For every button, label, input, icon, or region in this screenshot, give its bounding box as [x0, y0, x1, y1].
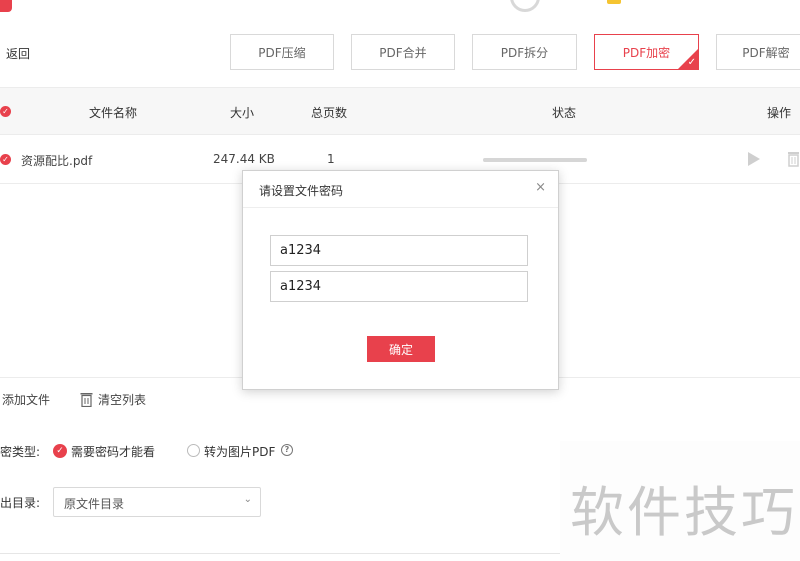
dialog-title: 请设置文件密码: [259, 184, 344, 198]
add-file-button[interactable]: 添加文件: [2, 391, 50, 408]
header-action: 操作: [767, 106, 792, 120]
trash-icon: [80, 393, 93, 407]
pdf-encrypt-button[interactable]: PDF加密 ✓: [594, 34, 699, 70]
password-dialog: 请设置文件密码 × a1234 a1234 确定: [242, 170, 559, 390]
password-input[interactable]: a1234: [270, 235, 528, 266]
output-dir-label: 出目录:: [0, 496, 41, 510]
header-size: 大小: [230, 106, 255, 120]
trash-icon[interactable]: [787, 151, 800, 167]
option-password-label[interactable]: 需要密码才能看: [71, 443, 155, 460]
status-progress-fill: [483, 158, 587, 162]
vip-badge-icon: [607, 0, 621, 4]
pdf-merge-label: PDF合并: [379, 45, 427, 60]
status-progress-bar: [483, 158, 587, 162]
app-logo: [0, 0, 12, 12]
select-all-check-icon[interactable]: ✓: [0, 106, 11, 117]
header-pages: 总页数: [311, 106, 348, 120]
divider: [0, 553, 560, 554]
encrypt-type-label: 密类型:: [0, 445, 41, 459]
user-avatar[interactable]: [510, 0, 540, 12]
pdf-split-label: PDF拆分: [500, 45, 549, 60]
clear-list-label: 清空列表: [98, 393, 147, 407]
toolbar: 返回 PDF压缩 PDF合并 PDF拆分 PDF加密 ✓ PDF解密: [0, 16, 800, 88]
radio-image-pdf[interactable]: [187, 444, 200, 457]
clear-list-button[interactable]: 清空列表: [80, 391, 146, 408]
confirm-label: 确定: [388, 342, 413, 357]
file-size: 247.44 KB: [213, 152, 275, 166]
output-dir-value: 原文件目录: [64, 497, 125, 511]
confirm-button[interactable]: 确定: [367, 336, 435, 362]
pdf-merge-button[interactable]: PDF合并: [351, 34, 455, 70]
row-check-icon[interactable]: ✓: [0, 154, 11, 165]
pdf-compress-button[interactable]: PDF压缩: [230, 34, 334, 70]
header-filename: 文件名称: [89, 106, 138, 120]
pdf-encrypt-label: PDF加密: [622, 45, 671, 60]
title-bar: [0, 0, 800, 16]
back-button[interactable]: 返回: [6, 45, 30, 62]
close-icon[interactable]: ×: [535, 180, 546, 195]
pdf-compress-label: PDF压缩: [258, 45, 306, 60]
help-icon[interactable]: ?: [281, 444, 293, 456]
radio-password-selected[interactable]: ✓: [53, 444, 67, 458]
file-table-header: ✓ 文件名称 大小 总页数 状态 操作: [0, 88, 800, 135]
add-file-label: 添加文件: [2, 393, 51, 407]
option-image-label[interactable]: 转为图片PDF: [204, 443, 275, 460]
header-status: 状态: [552, 106, 577, 120]
confirm-password-input[interactable]: a1234: [270, 271, 528, 302]
encrypt-settings: 密类型: ✓ 需要密码才能看 转为图片PDF ? 出目录: 原文件目录 ⌄: [0, 420, 560, 561]
chevron-down-icon: ⌄: [243, 494, 252, 505]
pdf-decrypt-label: PDF解密: [742, 45, 790, 60]
file-pages: 1: [327, 152, 335, 166]
play-icon[interactable]: [748, 152, 760, 166]
output-dir-select[interactable]: 原文件目录 ⌄: [53, 487, 261, 517]
file-name: 资源配比.pdf: [21, 154, 93, 168]
check-icon: ✓: [687, 57, 696, 68]
pdf-split-button[interactable]: PDF拆分: [472, 34, 577, 70]
watermark-text: 软件技巧: [570, 481, 798, 544]
dialog-divider: [243, 207, 558, 208]
pdf-decrypt-button[interactable]: PDF解密: [716, 34, 800, 70]
